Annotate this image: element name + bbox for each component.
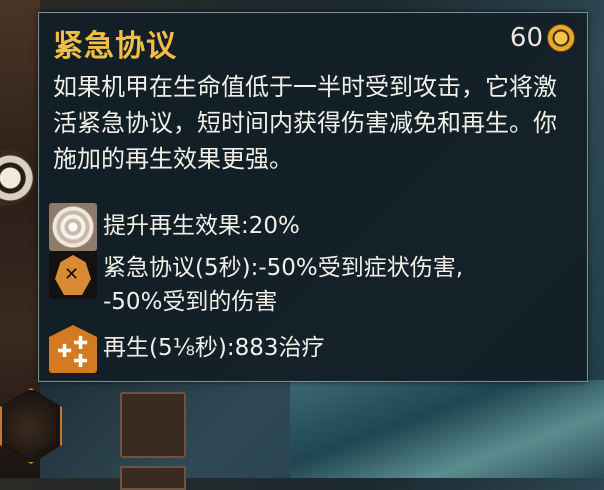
effect-text: 再生(5⅛秒):883治疗 [103,335,325,361]
effect-text: 提升再生效果:20% [103,213,300,239]
background-water [290,380,604,478]
target-icon [49,203,97,251]
effect-row: ✚ ✚ ✚ 再生(5⅛秒):883治疗 [49,325,325,373]
skill-cost: 60 [510,23,575,53]
effect-text-line2: -50%受到的伤害 [103,289,278,315]
mech-skill-slot[interactable] [120,392,186,458]
protocol-icon [49,251,97,299]
effect-text-block: 紧急协议(5秒):-50%受到症状伤害, -50%受到的伤害 [103,251,463,319]
effect-text-line1: 紧急协议(5秒):-50%受到症状伤害, [103,255,464,281]
coin-icon [547,24,575,52]
effect-row: 紧急协议(5秒):-50%受到症状伤害, -50%受到的伤害 [49,251,463,319]
cost-value: 60 [509,23,543,53]
tooltip-description: 如果机甲在生命值低于一半时受到攻击，它将激活紧急协议，短时间内获得伤害减免和再生… [53,73,557,173]
effect-row: 提升再生效果:20% [49,203,300,251]
skill-tooltip: 紧急协议 60 如果机甲在生命值低于一半时受到攻击，它将激活紧急协议，短时间内获… [38,12,588,382]
tooltip-title: 紧急协议 [53,29,177,64]
regen-icon: ✚ ✚ ✚ [49,325,97,373]
mech-skill-slot-2[interactable] [120,466,186,490]
